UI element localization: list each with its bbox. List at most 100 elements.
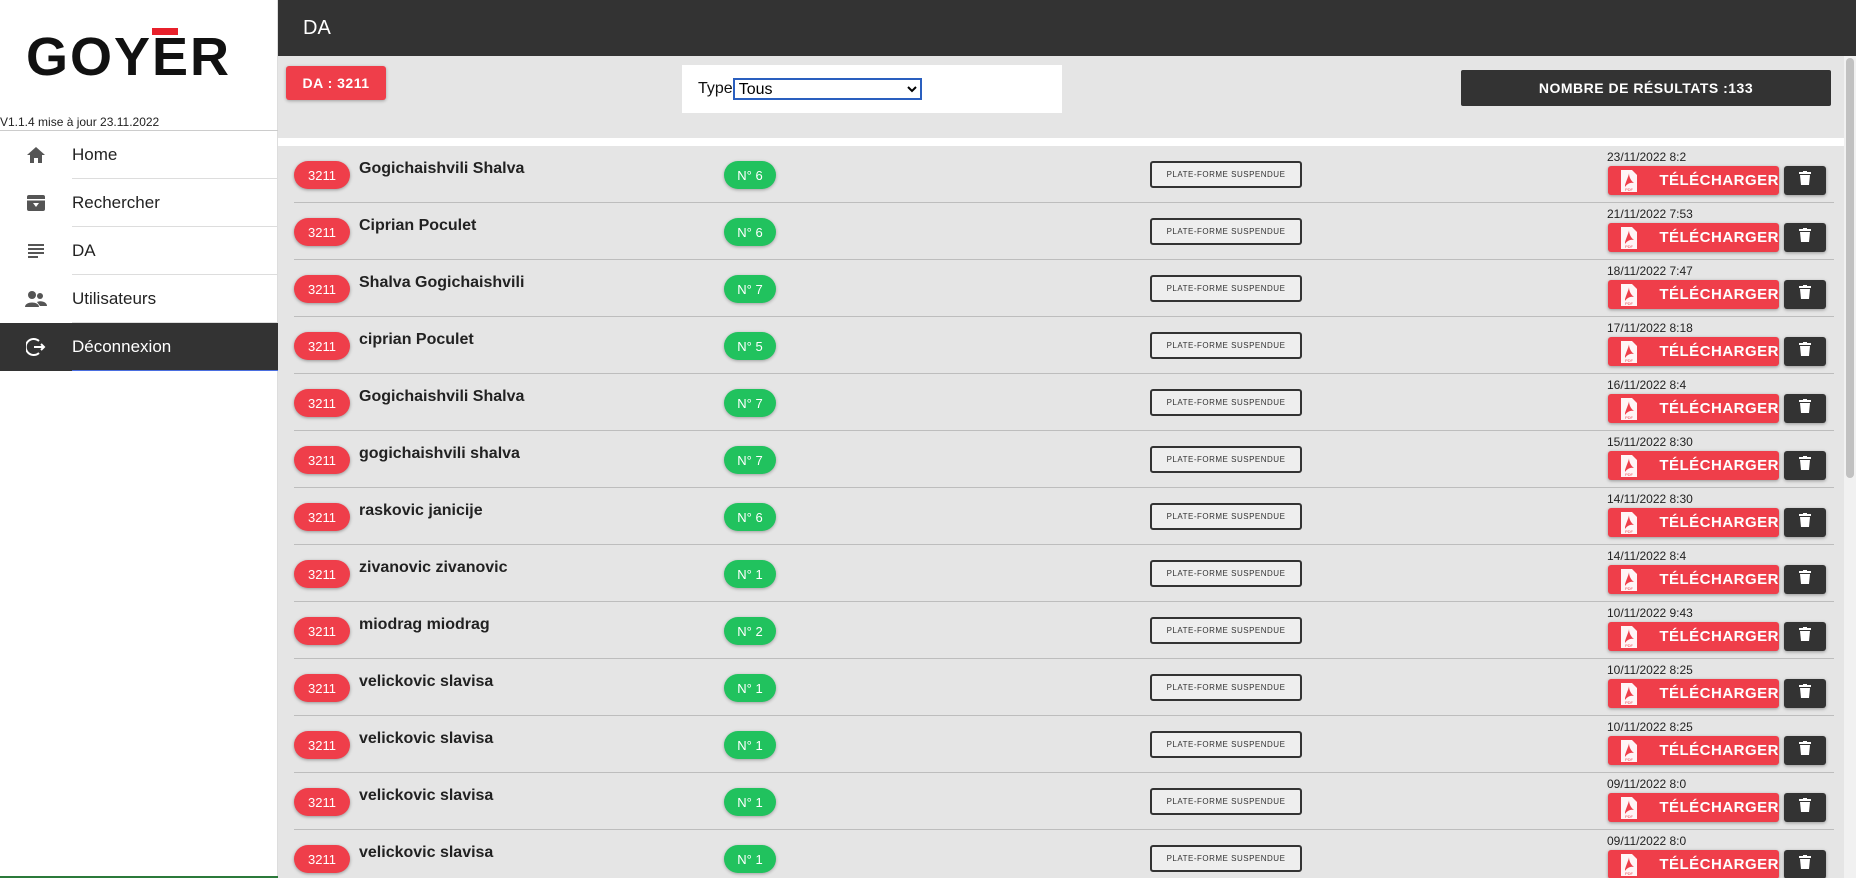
- trash-icon: [1799, 684, 1811, 703]
- trash-icon: [1799, 456, 1811, 475]
- svg-text:PDF: PDF: [1625, 586, 1634, 591]
- date-text: 17/11/2022 8:18: [1607, 321, 1693, 335]
- download-button[interactable]: PDF TÉLÉCHARGER: [1608, 793, 1779, 822]
- svg-text:PDF: PDF: [1625, 301, 1634, 306]
- scrollbar[interactable]: [1844, 56, 1856, 878]
- pdf-icon: PDF: [1608, 793, 1649, 822]
- download-button[interactable]: PDF TÉLÉCHARGER: [1608, 679, 1779, 708]
- top-bar: DA: [278, 0, 1856, 56]
- sidebar-item-rechercher[interactable]: Rechercher: [0, 179, 278, 227]
- delete-button[interactable]: [1784, 736, 1826, 765]
- download-label: TÉLÉCHARGER: [1659, 742, 1779, 759]
- svg-text:PDF: PDF: [1625, 472, 1634, 477]
- delete-button[interactable]: [1784, 622, 1826, 651]
- date-text: 16/11/2022 8:4: [1607, 378, 1687, 392]
- download-label: TÉLÉCHARGER: [1659, 286, 1779, 303]
- download-button[interactable]: PDF TÉLÉCHARGER: [1608, 451, 1779, 480]
- da-number-badge: 3211: [294, 218, 350, 246]
- list-item: 3211 velickovic slavisa N° 1 PLATE-FORME…: [294, 773, 1834, 830]
- download-button[interactable]: PDF TÉLÉCHARGER: [1608, 565, 1779, 594]
- worker-name: gogichaishvili shalva: [359, 445, 520, 462]
- date-text: 23/11/2022 8:2: [1607, 150, 1687, 164]
- type-filter: Type Tous: [682, 65, 1062, 113]
- download-button[interactable]: PDF TÉLÉCHARGER: [1608, 280, 1779, 309]
- logout-icon: [0, 337, 72, 357]
- sidebar-item-deconnexion[interactable]: Déconnexion: [0, 323, 278, 371]
- n-number-badge: N° 7: [724, 446, 776, 474]
- delete-button[interactable]: [1784, 166, 1826, 195]
- status-tag: PLATE-FORME SUSPENDUE: [1150, 503, 1302, 530]
- da-number-badge: 3211: [294, 560, 350, 588]
- download-label: TÉLÉCHARGER: [1659, 628, 1779, 645]
- svg-text:PDF: PDF: [1625, 529, 1634, 534]
- svg-text:PDF: PDF: [1625, 643, 1634, 648]
- download-label: TÉLÉCHARGER: [1659, 571, 1779, 588]
- delete-button[interactable]: [1784, 394, 1826, 423]
- download-button[interactable]: PDF TÉLÉCHARGER: [1608, 850, 1779, 878]
- delete-button[interactable]: [1784, 793, 1826, 822]
- n-number-badge: N° 1: [724, 845, 776, 873]
- download-label: TÉLÉCHARGER: [1659, 400, 1779, 417]
- download-button[interactable]: PDF TÉLÉCHARGER: [1608, 508, 1779, 537]
- da-number-badge: 3211: [294, 446, 350, 474]
- delete-button[interactable]: [1784, 280, 1826, 309]
- pdf-icon: PDF: [1608, 622, 1649, 651]
- worker-name: Gogichaishvili Shalva: [359, 388, 525, 405]
- main-content: DA : 3211 Type Tous NOMBRE DE RÉSULTATS …: [278, 56, 1844, 878]
- download-label: TÉLÉCHARGER: [1659, 685, 1779, 702]
- download-button[interactable]: PDF TÉLÉCHARGER: [1608, 166, 1779, 195]
- list-item: 3211 velickovic slavisa N° 1 PLATE-FORME…: [294, 659, 1834, 716]
- da-number-badge: 3211: [294, 389, 350, 417]
- scrollbar-thumb[interactable]: [1846, 58, 1854, 478]
- download-button[interactable]: PDF TÉLÉCHARGER: [1608, 223, 1779, 252]
- trash-icon: [1799, 342, 1811, 361]
- download-button[interactable]: PDF TÉLÉCHARGER: [1608, 394, 1779, 423]
- sidebar-item-da[interactable]: DA: [0, 227, 278, 275]
- list-item: 3211 velickovic slavisa N° 1 PLATE-FORME…: [294, 830, 1834, 878]
- da-badge[interactable]: DA : 3211: [286, 66, 386, 100]
- sidebar-item-label: Déconnexion: [72, 337, 172, 356]
- date-text: 10/11/2022 9:43: [1607, 606, 1693, 620]
- svg-text:PDF: PDF: [1625, 871, 1634, 876]
- trash-icon: [1799, 798, 1811, 817]
- delete-button[interactable]: [1784, 337, 1826, 366]
- delete-button[interactable]: [1784, 565, 1826, 594]
- date-text: 14/11/2022 8:30: [1607, 492, 1693, 506]
- trash-icon: [1799, 513, 1811, 532]
- download-label: TÉLÉCHARGER: [1659, 229, 1779, 246]
- type-select[interactable]: Tous: [732, 78, 922, 100]
- delete-button[interactable]: [1784, 451, 1826, 480]
- list-item: 3211 Ciprian Poculet N° 6 PLATE-FORME SU…: [294, 203, 1834, 260]
- list-item: 3211 Gogichaishvili Shalva N° 6 PLATE-FO…: [294, 146, 1834, 203]
- results-count-badge: NOMBRE DE RÉSULTATS :133: [1461, 70, 1831, 106]
- worker-name: miodrag miodrag: [359, 616, 490, 633]
- sidebar-item-utilisateurs[interactable]: Utilisateurs: [0, 275, 278, 323]
- pdf-icon: PDF: [1608, 508, 1649, 537]
- delete-button[interactable]: [1784, 850, 1826, 878]
- da-number-badge: 3211: [294, 332, 350, 360]
- sidebar-item-home[interactable]: Home: [0, 131, 278, 179]
- delete-button[interactable]: [1784, 223, 1826, 252]
- n-number-badge: N° 7: [724, 389, 776, 417]
- download-label: TÉLÉCHARGER: [1659, 799, 1779, 816]
- download-label: TÉLÉCHARGER: [1659, 343, 1779, 360]
- pdf-icon: PDF: [1608, 337, 1649, 366]
- list-item: 3211 Shalva Gogichaishvili N° 7 PLATE-FO…: [294, 260, 1834, 317]
- status-tag: PLATE-FORME SUSPENDUE: [1150, 560, 1302, 587]
- pdf-icon: PDF: [1608, 280, 1649, 309]
- download-button[interactable]: PDF TÉLÉCHARGER: [1608, 337, 1779, 366]
- delete-button[interactable]: [1784, 508, 1826, 537]
- n-number-badge: N° 1: [724, 731, 776, 759]
- worker-name: velickovic slavisa: [359, 673, 494, 690]
- n-number-badge: N° 1: [724, 788, 776, 816]
- date-text: 21/11/2022 7:53: [1607, 207, 1693, 221]
- download-button[interactable]: PDF TÉLÉCHARGER: [1608, 622, 1779, 651]
- list-item: 3211 ciprian Poculet N° 5 PLATE-FORME SU…: [294, 317, 1834, 374]
- list-item: 3211 Gogichaishvili Shalva N° 7 PLATE-FO…: [294, 374, 1834, 431]
- worker-name: ciprian Poculet: [359, 331, 474, 348]
- download-button[interactable]: PDF TÉLÉCHARGER: [1608, 736, 1779, 765]
- logo-accent-bar: [152, 28, 178, 35]
- delete-button[interactable]: [1784, 679, 1826, 708]
- users-icon: [0, 290, 72, 308]
- divider-strip: [278, 138, 1844, 146]
